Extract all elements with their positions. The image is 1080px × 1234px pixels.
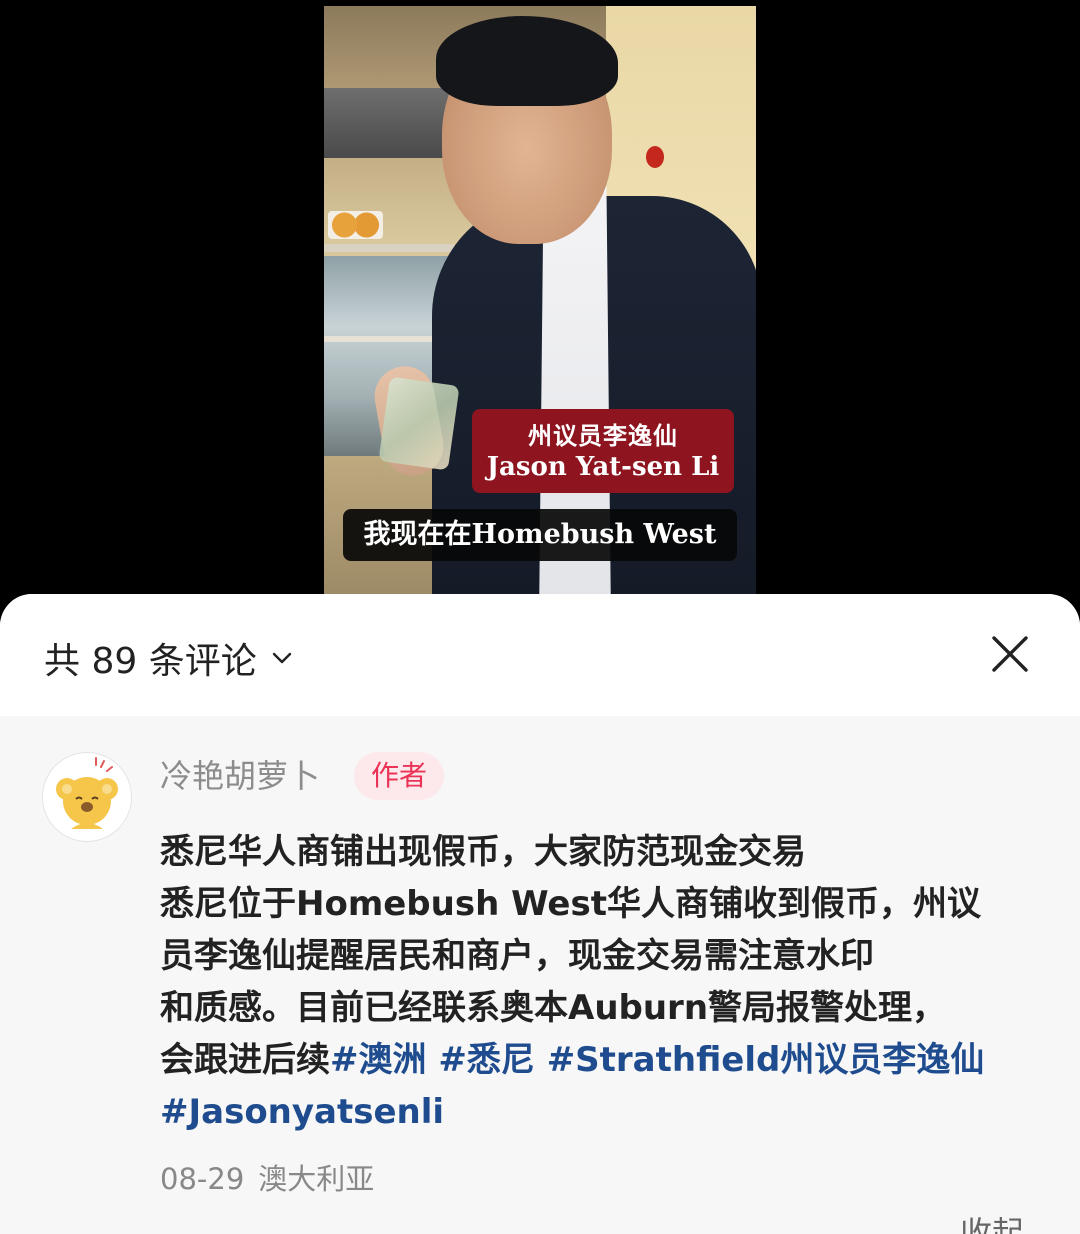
video-scene-shelf [324,244,454,252]
name-card-chinese: 州议员李逸仙 [528,421,678,450]
hashtag-link[interactable]: #澳洲 [330,1040,427,1080]
hashtag-link[interactable]: #Jasonyatsenli [160,1092,444,1132]
video-scene-food [328,211,383,239]
name-card-english: Jason Yat-sen Li [486,452,720,482]
comment-line-text: 会跟进后续 [160,1040,330,1080]
comment-line: 会跟进后续#澳洲 #悉尼 #Strathfield州议员李逸仙 [160,1034,1030,1086]
comment-line: 悉尼华人商铺出现假币，大家防范现金交易 [160,832,806,872]
hashtag-link[interactable]: #Strathfield州议员李逸仙 [547,1040,985,1080]
app-root: 州议员李逸仙 Jason Yat-sen Li 我现在在Homebush Wes… [0,0,1080,1234]
collapse-button[interactable]: 收起 [960,1208,1024,1234]
koala-avatar-icon [56,757,118,829]
comment-username[interactable]: 冷艳胡萝卜 [160,754,320,798]
comment-date: 08-29 [160,1162,245,1196]
comment-meta: 08-29 澳大利亚 [160,1156,374,1198]
comment-line: 员李逸仙提醒居民和商户，现金交易需注意水印 [160,936,874,976]
comment-item: 冷艳胡萝卜 作者 悉尼华人商铺出现假币，大家防范现金交易 悉尼位于Homebus… [0,716,1080,1234]
close-icon[interactable] [988,632,1032,676]
comment-location: 澳大利亚 [258,1162,375,1196]
video-scene-lantern [646,146,664,168]
video-person-hair [436,16,618,106]
comments-header: 共 89 条评论 [0,594,1080,716]
video-player[interactable]: 州议员李逸仙 Jason Yat-sen Li 我现在在Homebush Wes… [324,6,756,598]
comment-count-dropdown[interactable]: 共 89 条评论 [44,632,295,684]
chevron-down-icon [272,652,291,664]
comment-line: 悉尼位于Homebush West华人商铺收到假币，州议 [160,884,981,924]
comments-sheet: 共 89 条评论 冷艳胡萝卜 作者 悉尼华人商铺出现假币，大家防范现金交易 悉尼… [0,594,1080,1234]
video-name-card: 州议员李逸仙 Jason Yat-sen Li [472,409,734,493]
comment-text: 悉尼华人商铺出现假币，大家防范现金交易 悉尼位于Homebush West华人商… [160,826,1030,1138]
comment-line: 和质感。目前已经联系奥本Auburn警局报警处理， [160,988,947,1028]
hashtag-link[interactable]: #悉尼 [438,1040,535,1080]
video-subtitle: 我现在在Homebush West [343,509,737,561]
author-badge: 作者 [354,752,444,800]
avatar[interactable] [42,752,132,842]
comment-line: #Jasonyatsenli [160,1086,1030,1138]
video-banknote [378,376,460,471]
comment-count-label: 共 89 条评论 [44,641,257,682]
